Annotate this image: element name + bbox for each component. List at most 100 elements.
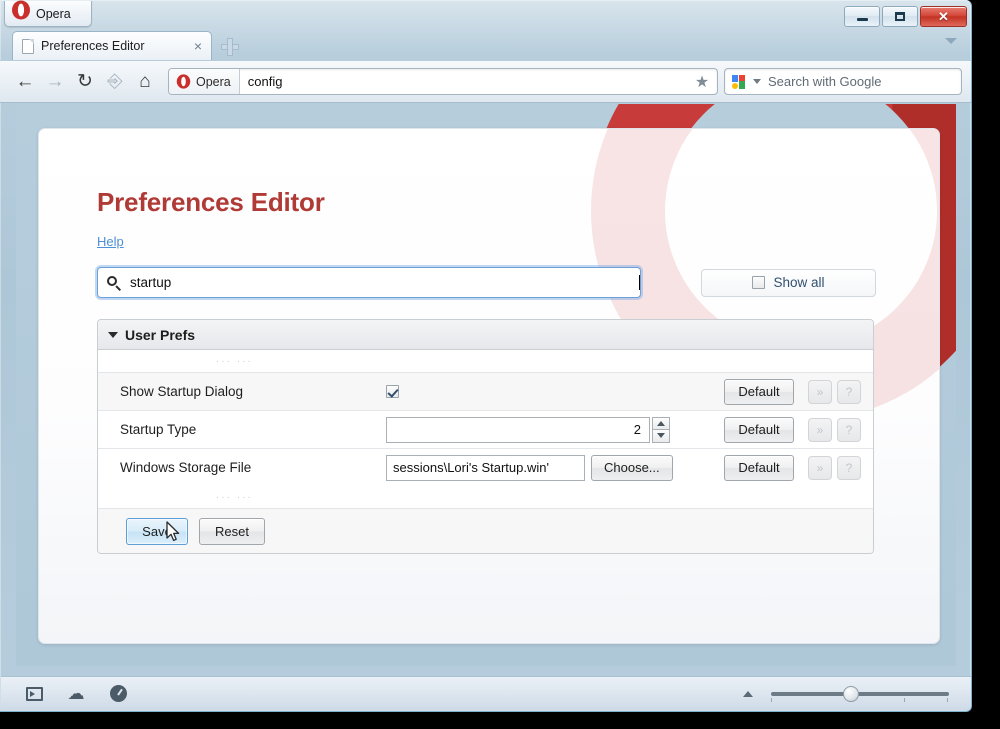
minimize-icon bbox=[857, 18, 868, 21]
back-icon[interactable]: ← bbox=[10, 68, 40, 96]
prefs-search-input[interactable] bbox=[130, 275, 640, 290]
cloud-icon: ☁ bbox=[68, 685, 85, 702]
zoom-tick bbox=[771, 698, 772, 702]
preferences-page-card: Preferences Editor Help Show all bbox=[38, 128, 940, 644]
help-link[interactable]: Help bbox=[97, 234, 124, 249]
status-bar: ☁ bbox=[1, 676, 971, 710]
row-mini-buttons: » ? bbox=[808, 456, 861, 480]
pref-value: Choose... bbox=[386, 455, 724, 481]
opera-menu-label: Opera bbox=[36, 7, 71, 21]
page-content: Preferences Editor Help Show all bbox=[39, 129, 939, 554]
save-button[interactable]: Save bbox=[126, 518, 188, 545]
close-button[interactable]: ✕ bbox=[920, 6, 967, 27]
more-icon[interactable]: » bbox=[808, 456, 832, 480]
help-icon[interactable]: ? bbox=[837, 380, 861, 404]
maximize-button[interactable] bbox=[882, 6, 918, 27]
reset-button[interactable]: Reset bbox=[199, 518, 265, 545]
minimize-button[interactable] bbox=[844, 6, 880, 27]
opera-menu-button[interactable]: Opera bbox=[4, 1, 92, 27]
key-icon[interactable]: ⎆ bbox=[100, 68, 130, 96]
default-button[interactable]: Default bbox=[724, 455, 794, 481]
show-all-label: Show all bbox=[773, 275, 824, 290]
stepper-down-button[interactable] bbox=[652, 429, 670, 443]
window-controls: ✕ bbox=[844, 6, 967, 27]
prefs-search-row: Show all bbox=[97, 267, 887, 298]
bookmark-star-icon[interactable]: ★ bbox=[687, 69, 717, 94]
search-placeholder-text: Search with Google bbox=[768, 74, 881, 89]
zoom-track bbox=[771, 692, 949, 696]
address-input[interactable] bbox=[240, 69, 687, 94]
new-tab-button[interactable] bbox=[221, 38, 239, 56]
speed-dial-button[interactable] bbox=[97, 682, 139, 706]
prefs-footer: Save Reset bbox=[98, 508, 873, 553]
browser-window: Opera ✕ Preferences Editor × ← → ↻ ⎆ ⌂ bbox=[0, 0, 972, 712]
row-mini-buttons: » ? bbox=[808, 418, 861, 442]
pref-value bbox=[386, 417, 724, 443]
chevron-down-icon[interactable] bbox=[108, 332, 118, 338]
row-mini-buttons: » ? bbox=[808, 380, 861, 404]
tab-title: Preferences Editor bbox=[41, 39, 191, 53]
default-button[interactable]: Default bbox=[724, 417, 794, 443]
help-icon[interactable]: ? bbox=[837, 456, 861, 480]
table-row: Startup Type Default » ? bbox=[98, 410, 873, 448]
maximize-icon bbox=[895, 12, 905, 21]
chevron-down-icon[interactable] bbox=[753, 79, 761, 84]
user-prefs-panel: User Prefs ··· ··· Show Startup Dialog D… bbox=[97, 319, 874, 554]
close-icon[interactable]: × bbox=[191, 39, 205, 53]
more-icon[interactable]: » bbox=[808, 418, 832, 442]
close-icon: ✕ bbox=[938, 10, 949, 23]
address-opera-badge: Opera bbox=[169, 69, 240, 94]
ellipsis-row-top: ··· ··· bbox=[98, 350, 873, 372]
reload-icon[interactable]: ↻ bbox=[70, 68, 100, 96]
prefs-search-box[interactable] bbox=[97, 267, 641, 298]
zoom-tick bbox=[947, 698, 948, 702]
startup-type-input[interactable] bbox=[386, 417, 650, 443]
chevron-up-icon bbox=[657, 421, 665, 426]
help-icon[interactable]: ? bbox=[837, 418, 861, 442]
home-icon[interactable]: ⌂ bbox=[130, 68, 160, 96]
text-cursor bbox=[639, 275, 640, 290]
navigation-toolbar: ← → ↻ ⎆ ⌂ Opera ★ Search with bbox=[0, 60, 972, 103]
search-bar[interactable]: Search with Google bbox=[724, 68, 962, 95]
choose-button[interactable]: Choose... bbox=[591, 455, 673, 481]
address-bar[interactable]: Opera ★ bbox=[168, 68, 718, 95]
show-startup-dialog-checkbox[interactable] bbox=[386, 385, 399, 398]
quantity-stepper[interactable] bbox=[652, 417, 670, 443]
user-prefs-title: User Prefs bbox=[125, 327, 195, 343]
show-all-button[interactable]: Show all bbox=[701, 269, 876, 297]
tab-bar: Preferences Editor × bbox=[0, 29, 972, 60]
cloud-button[interactable]: ☁ bbox=[55, 682, 97, 706]
pref-label: Show Startup Dialog bbox=[120, 384, 386, 399]
panels-icon bbox=[26, 687, 43, 701]
opera-logo-icon bbox=[11, 0, 31, 20]
chevron-down-icon bbox=[657, 433, 665, 438]
show-all-checkbox[interactable] bbox=[752, 276, 765, 289]
stepper-up-button[interactable] bbox=[652, 417, 670, 430]
windows-storage-file-input[interactable] bbox=[386, 455, 585, 481]
pref-label: Startup Type bbox=[120, 422, 386, 437]
page-icon bbox=[22, 39, 34, 54]
panels-button[interactable] bbox=[13, 682, 55, 706]
search-icon bbox=[107, 276, 121, 290]
zoom-increase-icon[interactable] bbox=[743, 691, 753, 697]
forward-icon[interactable]: → bbox=[40, 68, 70, 96]
plus-icon-vertical bbox=[227, 38, 233, 56]
zoom-slider[interactable] bbox=[771, 685, 949, 703]
page-title: Preferences Editor bbox=[97, 187, 939, 218]
ellipsis-row-bottom: ··· ··· bbox=[98, 486, 873, 508]
user-prefs-header[interactable]: User Prefs bbox=[98, 320, 873, 350]
google-icon bbox=[731, 74, 747, 90]
zoom-thumb[interactable] bbox=[843, 686, 859, 702]
page-viewport: Preferences Editor Help Show all bbox=[16, 104, 956, 666]
table-row: Show Startup Dialog Default » ? bbox=[98, 372, 873, 410]
address-badge-label: Opera bbox=[196, 75, 231, 89]
table-row: Windows Storage File Choose... Default »… bbox=[98, 448, 873, 486]
speed-dial-icon bbox=[110, 685, 127, 702]
opera-logo-icon bbox=[176, 74, 191, 89]
pref-label: Windows Storage File bbox=[120, 460, 386, 475]
zoom-tick bbox=[904, 698, 905, 702]
tab-preferences-editor[interactable]: Preferences Editor × bbox=[12, 31, 212, 60]
more-icon[interactable]: » bbox=[808, 380, 832, 404]
pref-value bbox=[386, 385, 724, 398]
default-button[interactable]: Default bbox=[724, 379, 794, 405]
